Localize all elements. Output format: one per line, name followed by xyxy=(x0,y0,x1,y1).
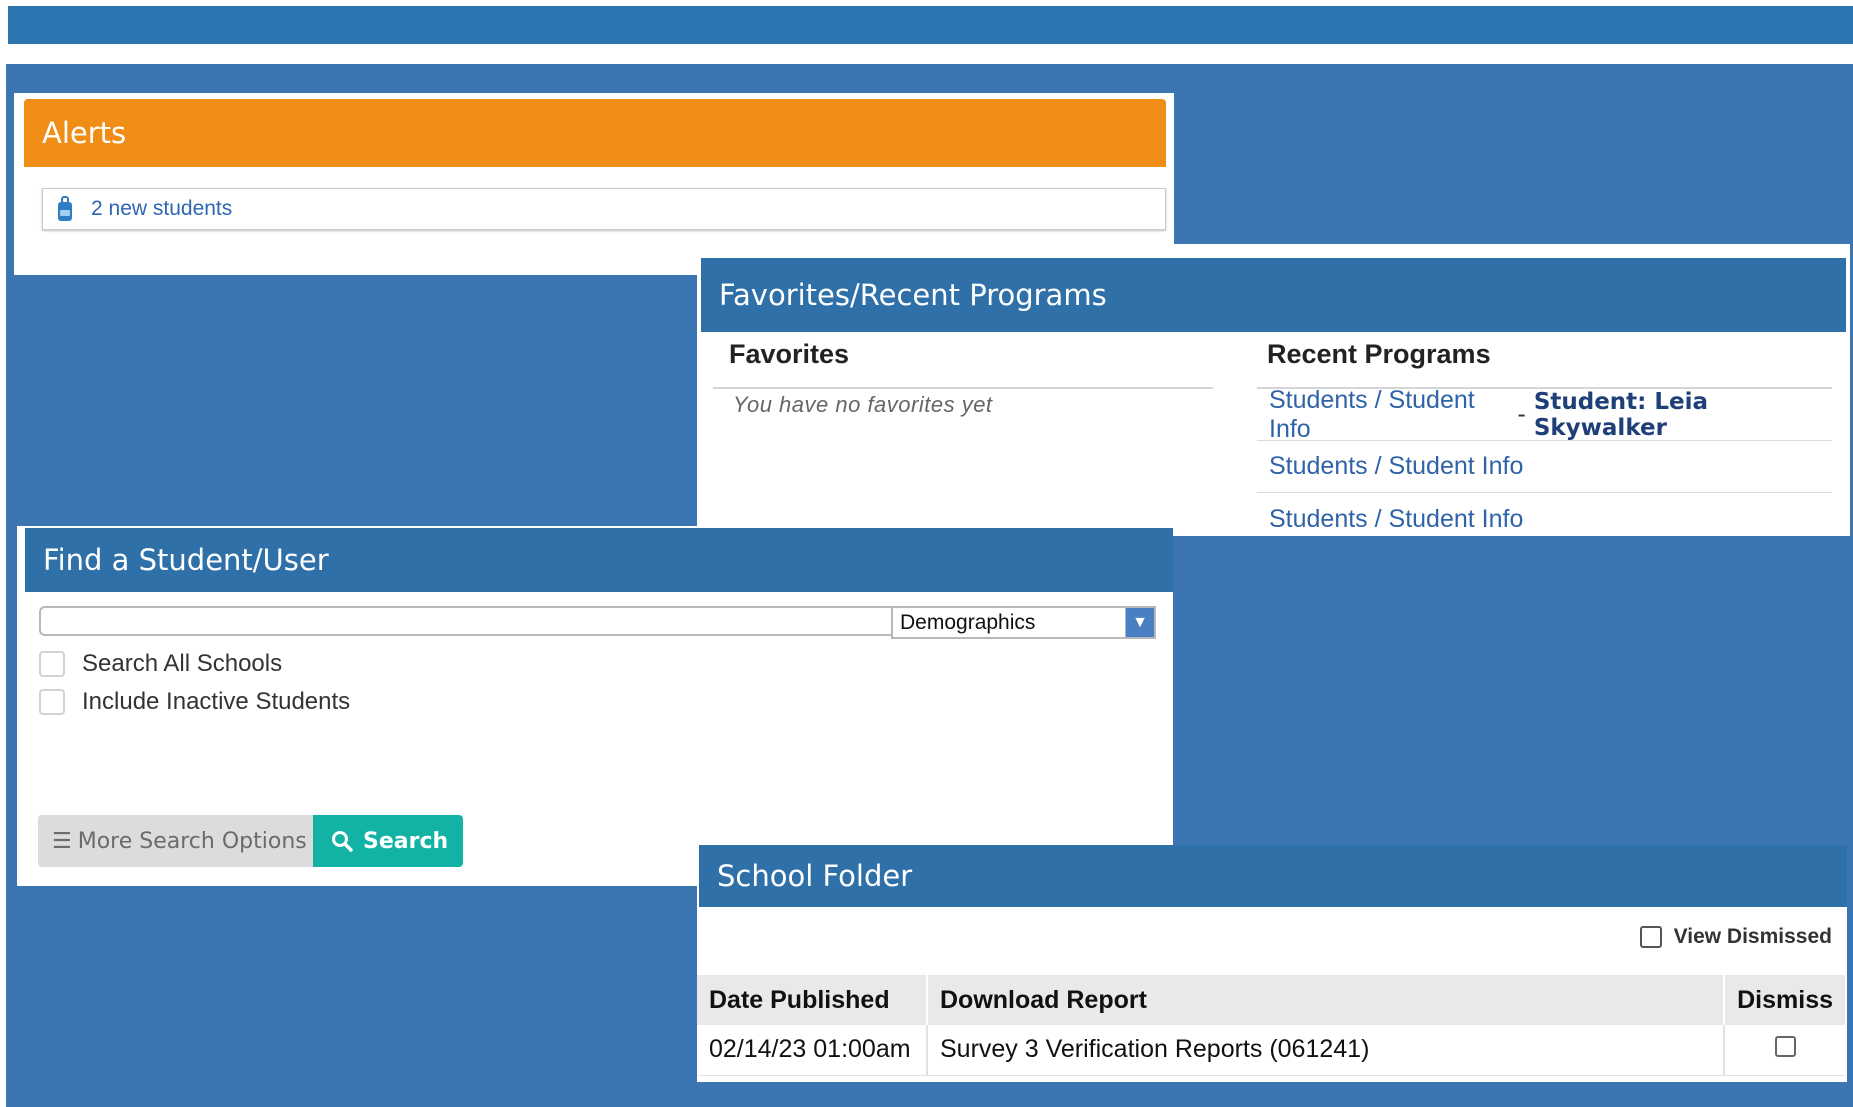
column-download-report[interactable]: Download Report xyxy=(927,975,1726,1025)
recent-program-context[interactable]: Student: Leia Skywalker xyxy=(1534,389,1832,441)
search-icon xyxy=(332,831,353,852)
search-button-label: Search xyxy=(363,828,449,854)
include-inactive-row[interactable]: Include Inactive Students xyxy=(39,688,350,716)
more-search-options-button[interactable]: ☰ More Search Options xyxy=(38,815,313,867)
search-type-value: Demographics xyxy=(900,610,1036,634)
recent-program-link[interactable]: Students / Student Info xyxy=(1269,505,1523,534)
recent-program-link[interactable]: Students / Student Info xyxy=(1269,452,1523,481)
recent-program-link[interactable]: Students / Student Info xyxy=(1269,386,1509,444)
student-search-input[interactable] xyxy=(39,606,897,636)
find-student-panel: Find a Student/User Demographics ▼ Searc… xyxy=(17,526,1173,886)
include-inactive-label: Include Inactive Students xyxy=(82,688,351,715)
recent-program-item[interactable]: Students / Student Info - Student: Leia … xyxy=(1257,386,1832,444)
recent-program-item[interactable]: Students / Student Info xyxy=(1257,441,1832,493)
search-type-select[interactable]: Demographics ▼ xyxy=(891,606,1156,639)
column-dismiss[interactable]: Dismiss xyxy=(1724,975,1845,1025)
include-inactive-checkbox[interactable] xyxy=(39,689,65,715)
search-all-schools-checkbox[interactable] xyxy=(39,651,65,677)
dismiss-checkbox[interactable] xyxy=(1774,1036,1796,1058)
school-folder-panel: School Folder View Dismissed Date Publis… xyxy=(697,845,1847,1082)
view-dismissed-label: View Dismissed xyxy=(1673,925,1832,948)
table-row: 02/14/23 01:00am Survey 3 Verification R… xyxy=(697,1025,1845,1076)
top-bar xyxy=(8,6,1853,44)
alert-link[interactable]: 2 new students xyxy=(91,197,232,221)
search-all-schools-row[interactable]: Search All Schools xyxy=(39,650,282,678)
school-folder-table: Date Published Download Report Dismiss 0… xyxy=(697,975,1845,1076)
find-student-title: Find a Student/User xyxy=(25,528,1173,592)
cell-date: 02/14/23 01:00am xyxy=(697,1025,928,1076)
backpack-icon xyxy=(58,196,72,221)
column-date-published[interactable]: Date Published xyxy=(697,975,928,1025)
favorites-panel: Favorites/Recent Programs Favorites You … xyxy=(697,244,1850,536)
recent-heading: Recent Programs xyxy=(1267,339,1491,369)
search-button[interactable]: Search xyxy=(313,815,463,867)
recent-program-item[interactable]: Students / Student Info xyxy=(1257,493,1832,545)
favorites-heading: Favorites xyxy=(729,339,850,369)
more-search-options-label: More Search Options xyxy=(77,828,307,854)
alert-item[interactable]: 2 new students xyxy=(42,188,1166,230)
favorites-empty-text: You have no favorites yet xyxy=(733,392,993,417)
recent-program-separator: - xyxy=(1517,400,1526,428)
favorites-divider xyxy=(713,387,1213,389)
school-folder-title: School Folder xyxy=(699,845,1847,907)
alerts-title: Alerts xyxy=(24,99,1166,167)
view-dismissed-checkbox[interactable] xyxy=(1639,926,1662,948)
list-icon: ☰ xyxy=(52,828,72,854)
dropdown-arrow-icon[interactable]: ▼ xyxy=(1125,608,1154,637)
favorites-panel-title: Favorites/Recent Programs xyxy=(701,258,1846,332)
search-all-schools-label: Search All Schools xyxy=(82,650,283,677)
cell-report-link[interactable]: Survey 3 Verification Reports (061241) xyxy=(927,1025,1726,1076)
table-header-row: Date Published Download Report Dismiss xyxy=(697,975,1845,1025)
view-dismissed-toggle[interactable]: View Dismissed xyxy=(1639,925,1832,949)
cell-dismiss xyxy=(1724,1025,1845,1076)
